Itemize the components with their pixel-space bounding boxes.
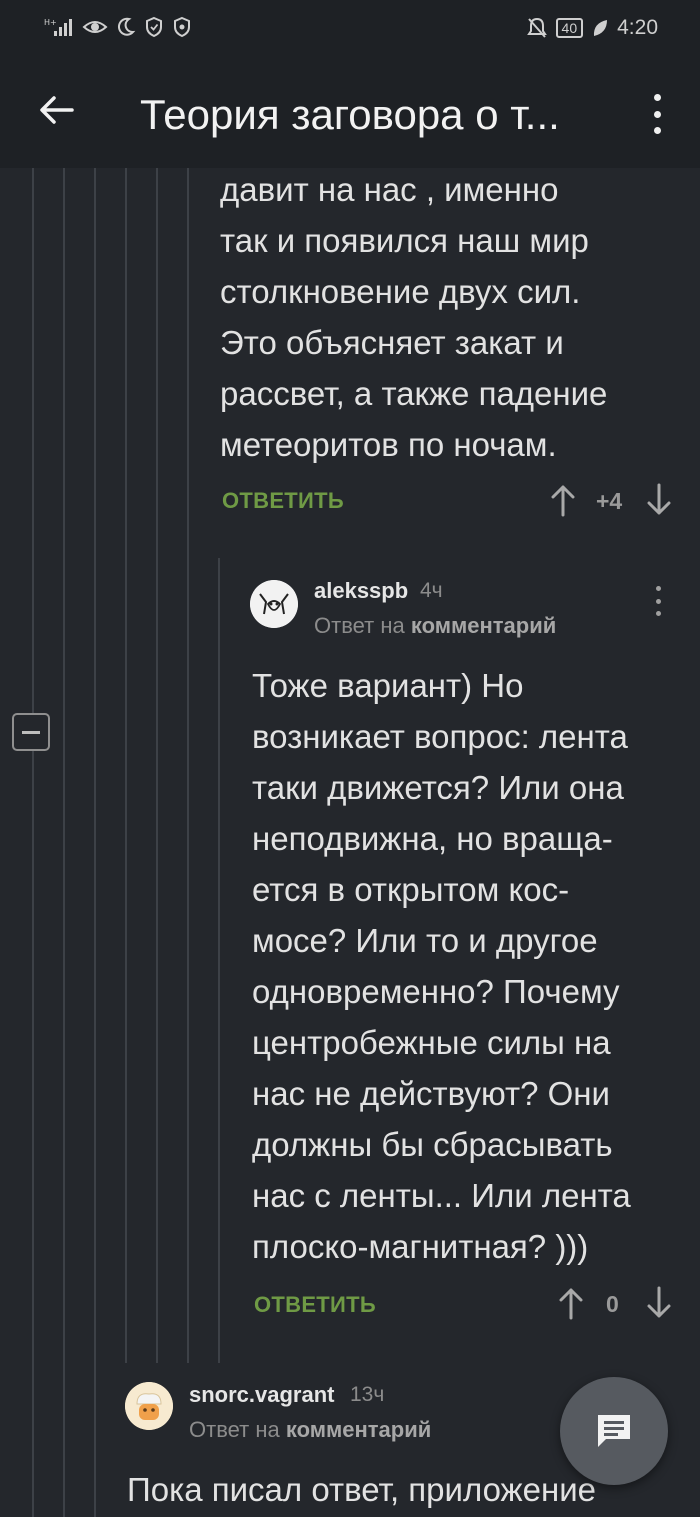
- shield-icon: [146, 16, 162, 38]
- shield-check-icon: [174, 16, 190, 38]
- reply-to[interactable]: Ответ на комментарий: [314, 613, 556, 639]
- comment-icon: [598, 1415, 630, 1447]
- collapse-thread-button[interactable]: [12, 713, 50, 751]
- reply-button[interactable]: ОТВЕТИТЬ: [222, 488, 344, 514]
- eye-icon: [82, 21, 108, 33]
- comment-body: давит на нас , именно так и появился наш…: [220, 171, 608, 463]
- downvote-button[interactable]: [644, 1285, 674, 1321]
- more-vert-icon: [653, 94, 661, 101]
- user-avatar-icon: [125, 1382, 173, 1430]
- page-title: Теория заговора о т...: [140, 91, 560, 138]
- avatar[interactable]: [250, 580, 298, 628]
- more-vert-icon: [655, 586, 661, 591]
- thread-line: [32, 168, 34, 1517]
- thread-line: [187, 168, 189, 1363]
- thread-line: [63, 168, 65, 1517]
- status-left-icons: H+: [44, 16, 192, 38]
- thread-line: [218, 558, 220, 1363]
- thread-line: [125, 168, 127, 1363]
- avatar[interactable]: [125, 1382, 173, 1430]
- user-avatar-icon: [250, 580, 298, 628]
- minus-icon: [22, 730, 40, 734]
- upvote-button[interactable]: [548, 482, 578, 518]
- signal-icon: H+: [44, 18, 72, 36]
- comment-body: Тоже вариант) Но возникает вопрос: лента…: [252, 667, 631, 1265]
- reply-to[interactable]: Ответ на комментарий: [189, 1417, 431, 1443]
- status-bar: H+ 40 4:20: [0, 0, 700, 58]
- arrow-left-icon: [40, 96, 74, 124]
- arrow-up-icon: [551, 485, 575, 517]
- app-bar: Теория заговора о т...: [0, 58, 700, 168]
- status-time: 4:20: [617, 16, 658, 39]
- moon-icon: [118, 17, 136, 36]
- comment-author[interactable]: aleksspb: [314, 578, 408, 604]
- svg-text:H+: H+: [44, 18, 57, 27]
- thread-line: [94, 168, 96, 1517]
- write-comment-button[interactable]: [560, 1377, 668, 1485]
- reply-button[interactable]: ОТВЕТИТЬ: [254, 1292, 376, 1318]
- overflow-menu-button[interactable]: [640, 94, 674, 134]
- upvote-button[interactable]: [556, 1285, 586, 1321]
- thread-line: [156, 168, 158, 1363]
- arrow-down-icon: [647, 1286, 671, 1318]
- back-button[interactable]: [34, 88, 78, 132]
- comment-author[interactable]: snorc.vagrant: [189, 1382, 335, 1408]
- arrow-down-icon: [647, 483, 671, 515]
- leaf-icon: [594, 20, 608, 36]
- vote-count: +4: [596, 488, 623, 514]
- battery-icon: 40: [555, 18, 584, 38]
- comments-thread[interactable]: давит на нас , именно так и появился наш…: [0, 168, 700, 1517]
- status-right-icons: 40 4:20: [526, 16, 658, 40]
- downvote-button[interactable]: [644, 482, 674, 518]
- comment-time: 4ч: [420, 579, 443, 602]
- comment-time: 13ч: [350, 1383, 385, 1406]
- comment-menu-button[interactable]: [648, 586, 668, 616]
- arrow-up-icon: [559, 1288, 583, 1320]
- vote-count: 0: [606, 1291, 619, 1317]
- bell-off-icon: [526, 17, 547, 38]
